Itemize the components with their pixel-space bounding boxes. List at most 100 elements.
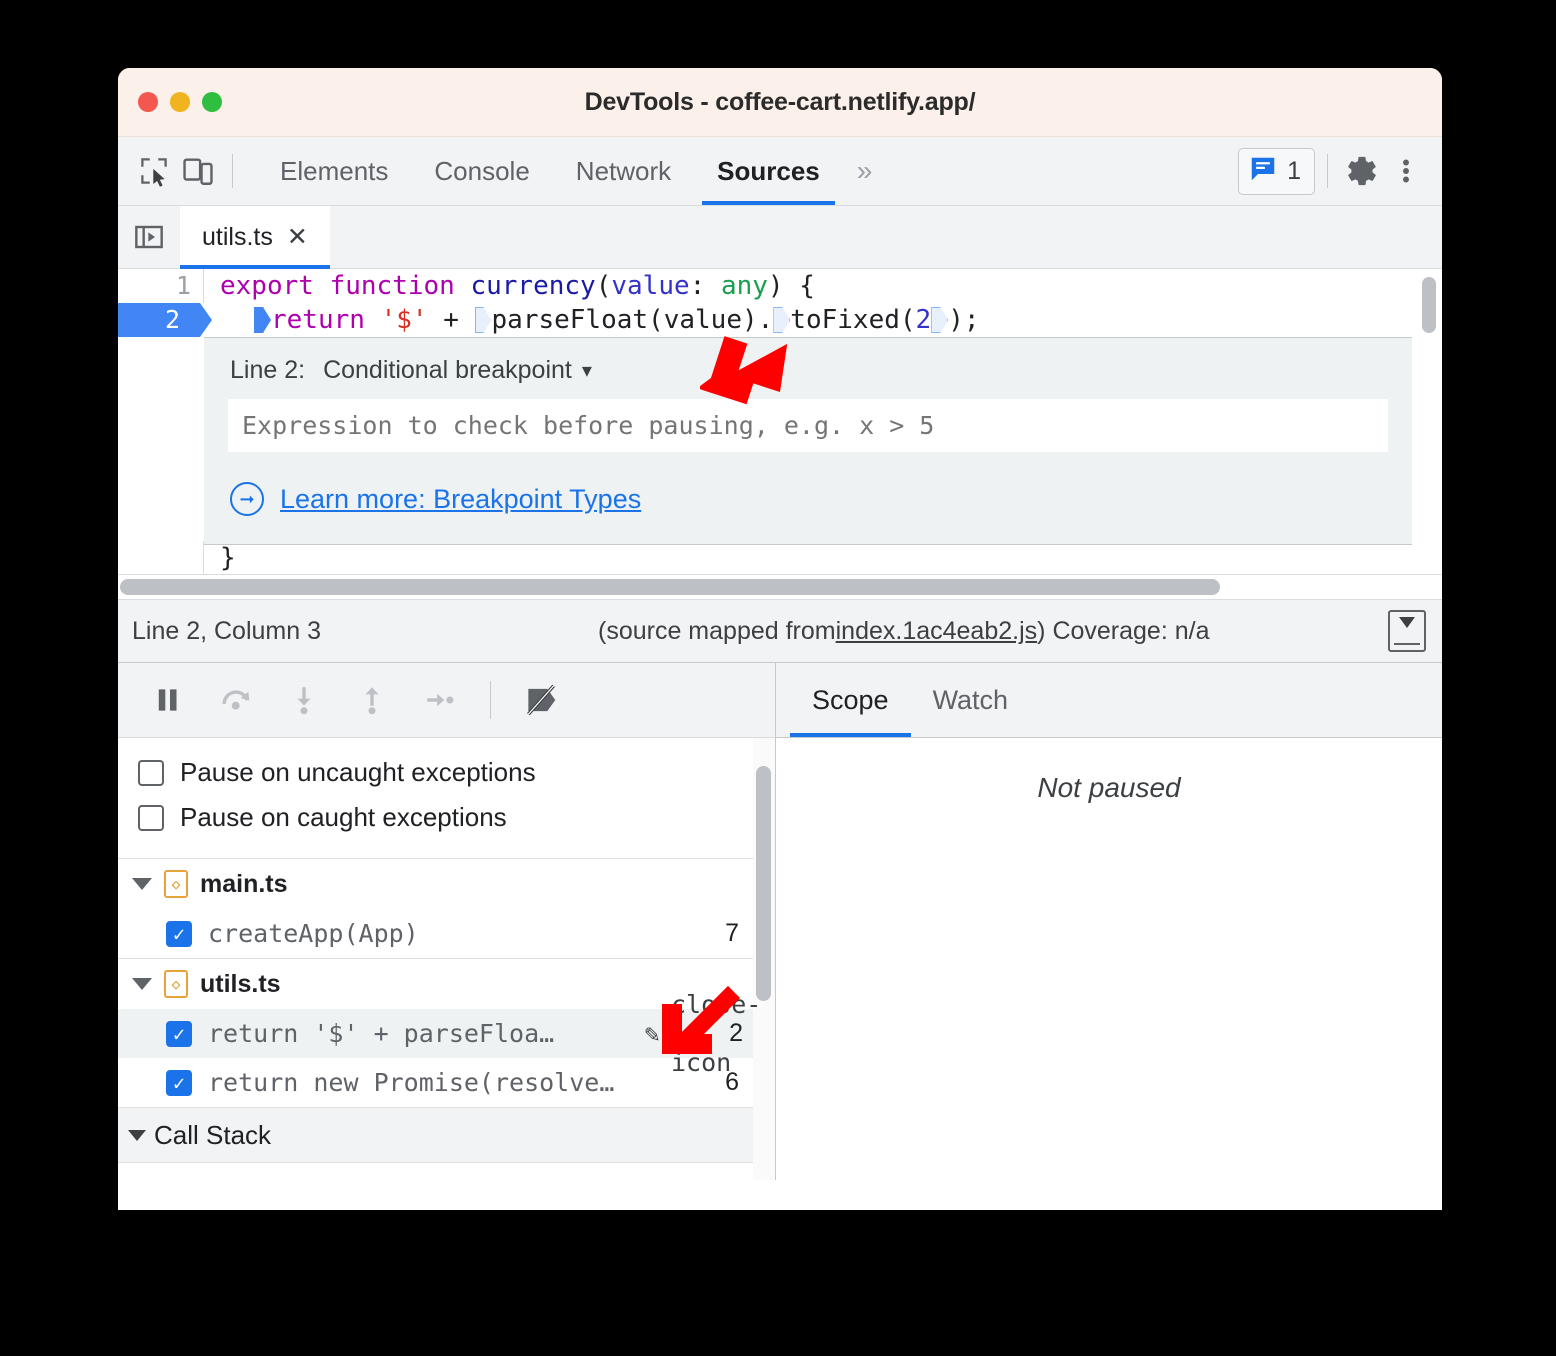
breakpoints-scrollbar[interactable] [753, 738, 775, 1180]
token-space-2 [455, 271, 471, 301]
editor-status-bar: Line 2, Column 3 (source mapped from ind… [118, 599, 1442, 663]
token-space-1 [314, 271, 330, 301]
call-stack-section-header[interactable]: Call Stack [118, 1107, 753, 1162]
close-window-button[interactable] [138, 92, 158, 112]
breakpoints-scrollbar-thumb[interactable] [756, 766, 771, 1001]
tab-elements[interactable]: Elements [257, 137, 411, 205]
inspect-cursor-icon[interactable] [132, 149, 176, 193]
gear-icon[interactable] [1340, 149, 1384, 193]
call-stack-empty-message: Not paused [118, 1162, 753, 1180]
code-editor[interactable]: 1 export function currency(value: any) {… [118, 269, 1442, 599]
more-tabs-chevron-icon[interactable]: » [843, 137, 887, 205]
debugger-controls-toolbar [118, 663, 775, 738]
maximize-window-button[interactable] [202, 92, 222, 112]
editor-horizontal-scrollbar-thumb[interactable] [120, 579, 1220, 595]
breakpoint-snippet: return new Promise(resolve… [208, 1068, 615, 1097]
pause-caught-exceptions-checkbox[interactable] [138, 804, 164, 831]
inline-breakpoint-chevron-4[interactable] [931, 307, 949, 333]
status-bar-right [1388, 610, 1426, 652]
tab-console[interactable]: Console [411, 137, 552, 205]
breakpoint-enabled-checkbox[interactable]: ✓ [166, 1069, 192, 1096]
learn-more-breakpoint-types-link[interactable]: Learn more: Breakpoint Types [280, 484, 641, 515]
breakpoint-condition-input[interactable] [228, 399, 1388, 452]
step-out-button[interactable] [344, 672, 400, 728]
pause-caught-exceptions-row[interactable]: Pause on caught exceptions [118, 795, 753, 840]
line-number-1[interactable]: 1 [118, 269, 204, 303]
token-parsefloat: parseFloat( [491, 305, 664, 335]
code-line-2-text: return '$' + parseFloat(value). toFixed(2… [204, 303, 980, 337]
breakpoint-group-label: utils.ts [200, 969, 281, 998]
show-drawer-icon[interactable] [1388, 610, 1426, 652]
editor-vertical-scrollbar[interactable] [1422, 277, 1436, 333]
scope-watch-panel: Scope Watch Not paused [776, 663, 1442, 1180]
source-map-prefix: (source mapped from [598, 616, 836, 645]
table-row[interactable]: ✓ return '$' + parseFloa… ✎ close-x-icon… [118, 990, 761, 1077]
token-two: 2 [915, 305, 932, 335]
source-map-info: (source mapped from index.1ac4eab2.js) C… [598, 617, 1209, 646]
issues-button[interactable]: 1 [1238, 147, 1315, 195]
debugger-toolbar-divider [490, 681, 491, 719]
scope-watch-tabs: Scope Watch [776, 663, 1442, 738]
breakpoint-group-main-ts[interactable]: ◇ main.ts [118, 858, 753, 909]
chevron-down-icon[interactable] [132, 878, 152, 890]
line-number-2-breakpoint[interactable]: 2 [118, 303, 212, 337]
token-any: any [720, 271, 768, 301]
tab-network[interactable]: Network [553, 137, 694, 205]
file-tab-label: utils.ts [202, 222, 273, 251]
show-navigator-icon[interactable] [118, 206, 180, 268]
line-number-3[interactable] [118, 541, 204, 575]
source-map-file-link[interactable]: index.1ac4eab2.js [836, 617, 1038, 646]
window-controls[interactable] [138, 68, 222, 136]
token-return: return [271, 305, 381, 335]
toolbar-divider [232, 154, 233, 188]
step-over-button[interactable] [208, 672, 264, 728]
three-dots-vertical-icon[interactable] [1384, 149, 1428, 193]
chevron-down-icon[interactable] [128, 1129, 146, 1141]
close-icon[interactable]: ✕ [287, 222, 308, 252]
devtools-panel-tabs: Elements Console Network Sources » [257, 137, 886, 205]
pause-uncaught-exceptions-label: Pause on uncaught exceptions [180, 757, 536, 787]
breakpoint-type-dropdown[interactable]: Conditional breakpoint ▾ [323, 356, 592, 385]
tab-sources[interactable]: Sources [694, 137, 843, 205]
breakpoint-group-utils-ts[interactable]: ◇ utils.ts [118, 958, 753, 1009]
breakpoint-line-number: 6 [725, 1068, 739, 1096]
inline-breakpoint-chevron-3[interactable] [773, 307, 791, 333]
window-title: DevTools - coffee-cart.netlify.app/ [584, 87, 976, 116]
step-into-button[interactable] [276, 672, 332, 728]
tab-watch[interactable]: Watch [911, 663, 1031, 737]
token-close-dot: ). [741, 305, 774, 335]
breakpoint-snippet: return '$' + parseFloa… [208, 1019, 555, 1048]
pencil-icon[interactable]: ✎ [633, 1019, 671, 1048]
breakpoint-snippet: createApp(App) [208, 919, 419, 948]
chevron-down-icon[interactable] [132, 978, 152, 990]
resume-pause-button[interactable] [140, 672, 196, 728]
editor-horizontal-scrollbar[interactable] [118, 574, 1442, 599]
tab-scope[interactable]: Scope [790, 663, 911, 737]
inline-breakpoint-chevron-2[interactable] [474, 307, 492, 333]
breakpoints-list: Pause on uncaught exceptions Pause on ca… [118, 750, 761, 1180]
deactivate-breakpoints-icon[interactable] [513, 672, 569, 728]
file-tab-utils-ts[interactable]: utils.ts ✕ [180, 206, 330, 269]
device-toolbar-icon[interactable] [176, 149, 220, 193]
cursor-position: Line 2, Column 3 [132, 616, 322, 645]
drawer-bar [1394, 643, 1420, 645]
breakpoint-line-label: Line 2: [230, 356, 306, 384]
source-map-suffix: ) [1037, 616, 1046, 645]
inline-breakpoint-chevron-1[interactable] [254, 307, 271, 333]
code-line-2: 2 return '$' + parseFloat(value). toFixed… [118, 303, 1442, 337]
table-row[interactable]: ✓ createApp(App) 7 [118, 909, 753, 958]
step-button[interactable] [412, 672, 468, 728]
minimize-window-button[interactable] [170, 92, 190, 112]
breakpoint-enabled-checkbox[interactable]: ✓ [166, 920, 192, 947]
arrow-in-circle-icon: ➞ [230, 482, 264, 516]
screenshot-root: DevTools - coffee-cart.netlify.app/ Elem… [0, 0, 1556, 1356]
code-line-3: } [118, 541, 236, 575]
table-row[interactable]: ✓ return new Promise(resolve… 6 [118, 1058, 753, 1107]
breakpoint-enabled-checkbox[interactable]: ✓ [166, 1020, 192, 1047]
pause-uncaught-exceptions-row[interactable]: Pause on uncaught exceptions [118, 750, 753, 795]
token-export: export [220, 271, 314, 301]
code-line-3-text: } [220, 543, 236, 573]
toolbar-right-actions: 1 [1238, 137, 1428, 205]
pause-uncaught-exceptions-checkbox[interactable] [138, 759, 164, 786]
line-number-2: 2 [164, 305, 180, 334]
